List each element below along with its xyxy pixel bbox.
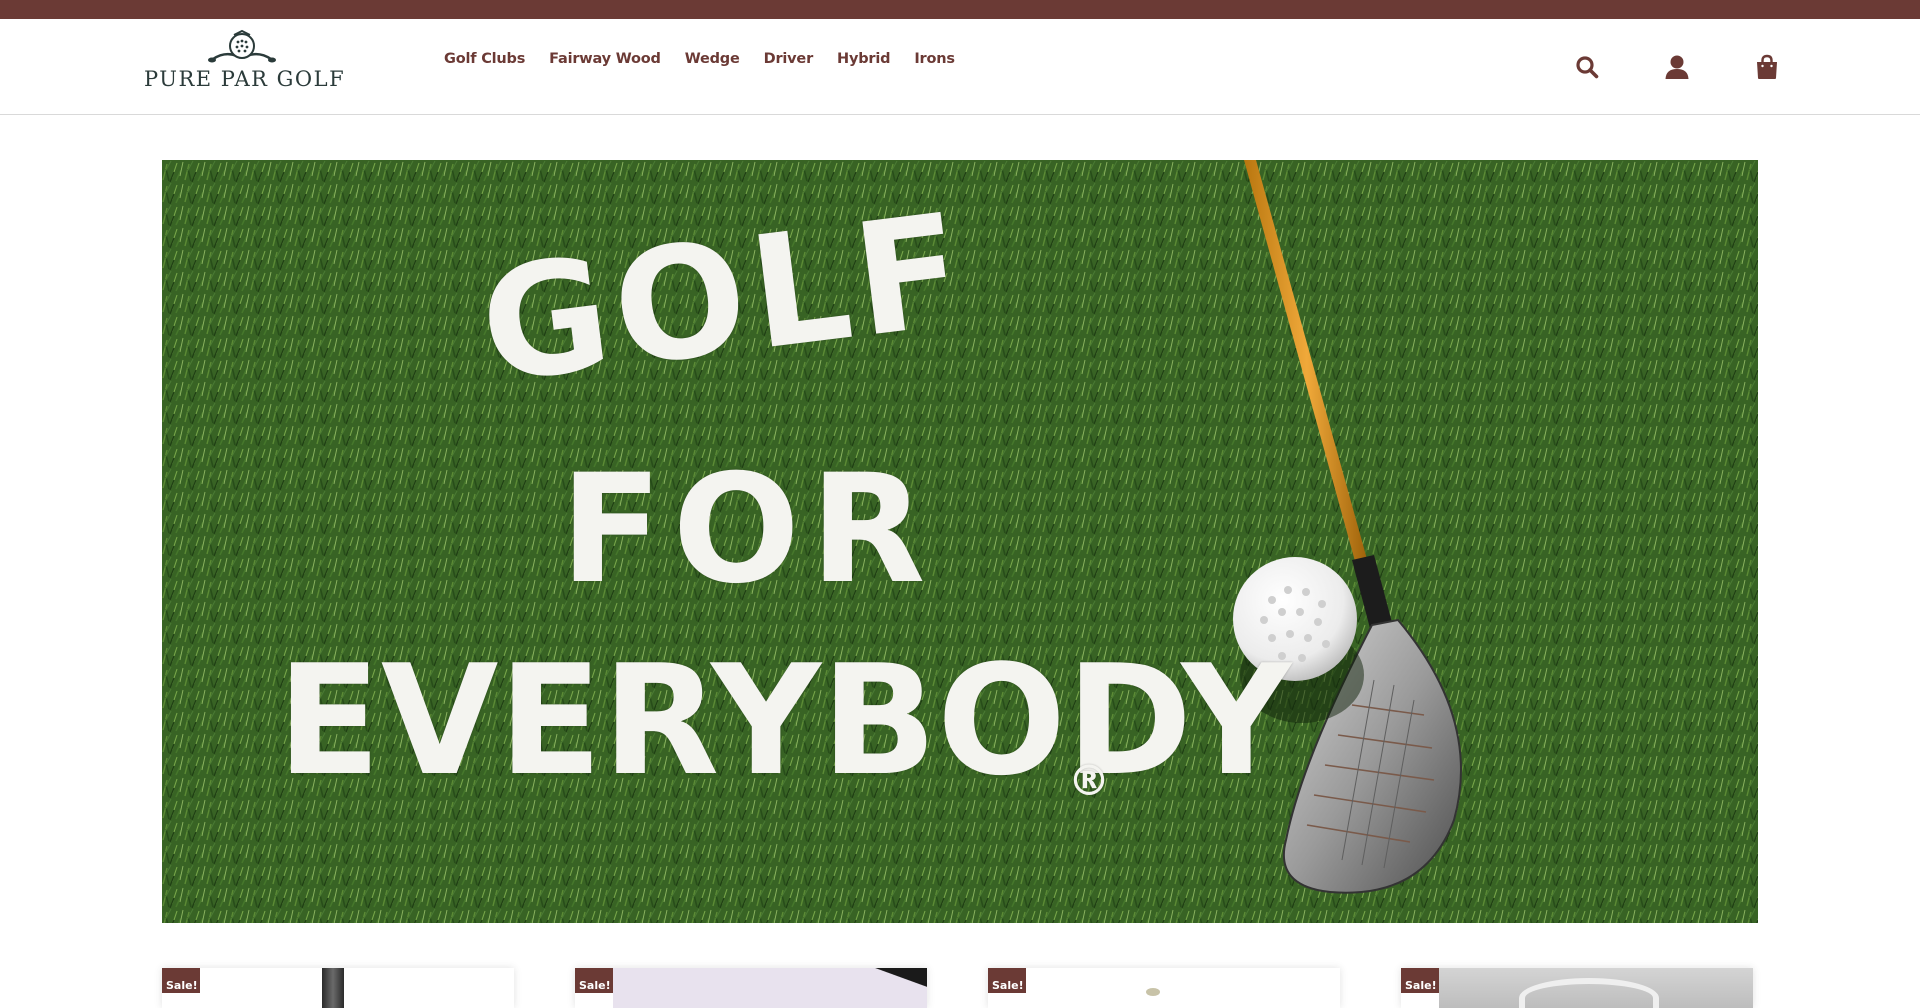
sale-badge: Sale! — [988, 968, 1026, 993]
hero-line-golf: GOLF — [471, 178, 978, 418]
main-navigation: Golf Clubs Fairway Wood Wedge Driver Hyb… — [432, 51, 967, 67]
cart-button[interactable] — [1752, 52, 1782, 82]
user-icon — [1665, 55, 1689, 79]
site-header: PURE PAR GOLF Golf Clubs Fairway Wood We… — [0, 19, 1920, 115]
search-button[interactable] — [1572, 52, 1602, 82]
search-icon — [1576, 56, 1599, 79]
product-card[interactable]: Sale! — [162, 968, 514, 1008]
account-button[interactable] — [1662, 52, 1692, 82]
sale-badge: Sale! — [1401, 968, 1439, 993]
registered-mark: ® — [1068, 756, 1110, 805]
nav-item-wedge[interactable]: Wedge — [673, 51, 752, 67]
product-image — [1026, 968, 1340, 1008]
product-card[interactable]: Sale! — [575, 968, 927, 1008]
product-card[interactable]: Sale! — [1401, 968, 1753, 1008]
nav-item-hybrid[interactable]: Hybrid — [825, 51, 902, 67]
hero-line-everybody: EVERYBODY — [277, 632, 1292, 809]
product-image — [613, 968, 927, 1008]
product-grid: Sale! Sale! Sale! Sale! — [162, 968, 1758, 1008]
sale-badge: Sale! — [575, 968, 613, 993]
sale-badge: Sale! — [162, 968, 200, 993]
hero-headline: GOLF FOR EVERYBODY ® — [162, 160, 1758, 923]
hero-line-for: FOR — [560, 443, 936, 617]
shopping-bag-icon — [1757, 54, 1777, 79]
header-actions — [1572, 52, 1782, 82]
product-image — [200, 968, 514, 1008]
site-logo[interactable]: PURE PAR GOLF — [144, 29, 346, 103]
nav-item-golf-clubs[interactable]: Golf Clubs — [432, 51, 537, 67]
nav-item-fairway-wood[interactable]: Fairway Wood — [537, 51, 673, 67]
product-image — [1439, 968, 1753, 1008]
golf-emblem-icon — [208, 29, 276, 63]
nav-item-irons[interactable]: Irons — [902, 51, 966, 67]
product-card[interactable]: Sale! — [988, 968, 1340, 1008]
hero-banner[interactable]: GOLF FOR EVERYBODY ® — [162, 160, 1758, 923]
top-announcement-bar — [0, 0, 1920, 19]
nav-item-driver[interactable]: Driver — [752, 51, 825, 67]
brand-name: PURE PAR GOLF — [144, 67, 346, 91]
